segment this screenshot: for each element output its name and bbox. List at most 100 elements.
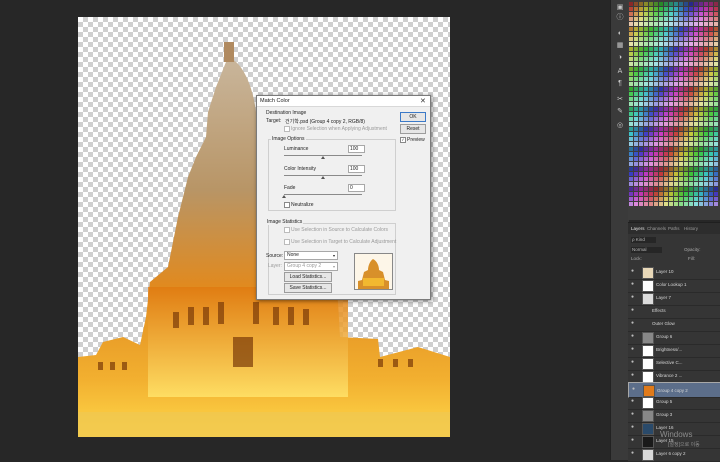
ok-button[interactable]: OK [400, 112, 426, 122]
color-swatch [634, 72, 638, 76]
color-swatch [709, 102, 713, 106]
history-icon[interactable]: ▣ [616, 4, 624, 11]
save-statistics-button[interactable]: Save Statistics... [284, 283, 332, 293]
color-swatch [629, 152, 633, 156]
source-select[interactable]: None ▾ [284, 251, 338, 260]
eye-icon[interactable]: ● [631, 334, 636, 339]
color-intensity-slider-thumb[interactable] [321, 176, 325, 179]
eye-icon[interactable]: ● [631, 425, 636, 430]
color-swatch [689, 32, 693, 36]
load-statistics-button[interactable]: Load Statistics... [284, 272, 332, 282]
color-swatch [644, 107, 648, 111]
color-swatch [664, 37, 668, 41]
color-swatch [714, 92, 718, 96]
use-selection-source-checkbox[interactable] [284, 227, 290, 233]
blend-mode-select[interactable]: Normal [631, 247, 662, 253]
color-swatch [709, 27, 713, 31]
color-swatch [639, 17, 643, 21]
color-swatch [699, 167, 703, 171]
luminance-slider-thumb[interactable] [321, 156, 325, 159]
eye-icon[interactable]: ● [631, 269, 636, 274]
color-swatch [654, 117, 658, 121]
eye-icon[interactable]: ● [631, 451, 636, 456]
tools-icon[interactable]: ✂ [616, 96, 624, 103]
color-swatch [664, 182, 668, 186]
color-icon[interactable]: ◐ [616, 30, 624, 37]
eye-icon[interactable]: ● [631, 438, 636, 443]
preview-checkbox[interactable]: ✓ [400, 137, 406, 143]
swatches-icon[interactable]: ▦ [616, 42, 624, 49]
color-swatch [699, 27, 703, 31]
brush-icon[interactable]: ✎ [616, 108, 624, 115]
tab-history[interactable]: History [684, 226, 698, 233]
color-swatch [644, 42, 648, 46]
color-swatch [699, 192, 703, 196]
color-intensity-input[interactable]: 100 [348, 165, 365, 173]
thumbnail-church-image [355, 254, 392, 289]
color-swatch [649, 32, 653, 36]
eye-icon[interactable]: ● [631, 282, 636, 287]
color-swatch [639, 2, 643, 6]
color-swatch [659, 202, 663, 206]
color-swatch [634, 202, 638, 206]
eye-icon[interactable]: ● [631, 412, 636, 417]
color-swatch [684, 187, 688, 191]
eye-icon[interactable]: ● [631, 373, 636, 378]
eye-icon[interactable]: ● [632, 387, 637, 392]
color-swatch [669, 107, 673, 111]
layer-name: Group 3 [656, 412, 673, 417]
color-swatch [664, 27, 668, 31]
color-swatch [634, 82, 638, 86]
color-swatch [629, 142, 633, 146]
character-icon[interactable]: A [616, 68, 624, 75]
adjustments-icon[interactable]: ◑ [616, 54, 624, 61]
tab-channels[interactable]: Channels [647, 226, 666, 233]
ignore-selection-checkbox[interactable] [284, 126, 290, 132]
layer-kind-filter[interactable]: ρ Kind [631, 237, 656, 243]
luminance-input[interactable]: 100 [348, 145, 365, 153]
3d-icon[interactable]: ◎ [616, 122, 624, 129]
color-swatch [714, 77, 718, 81]
color-swatch [644, 22, 648, 26]
eye-icon[interactable]: ● [631, 399, 636, 404]
swatch-grid[interactable] [628, 0, 720, 220]
fade-slider[interactable] [284, 194, 362, 195]
color-swatch [639, 197, 643, 201]
fade-input[interactable]: 0 [348, 184, 365, 192]
eye-icon[interactable]: ● [631, 347, 636, 352]
paragraph-icon[interactable]: ¶ [616, 80, 624, 87]
eye-icon[interactable]: ● [631, 295, 636, 300]
close-icon[interactable]: ✕ [420, 97, 426, 105]
color-intensity-label: Color Intensity [284, 166, 316, 172]
tab-paths[interactable]: Paths [668, 226, 680, 233]
color-swatch [674, 62, 678, 66]
tab-layers[interactable]: Layers [631, 226, 645, 233]
color-swatch [644, 122, 648, 126]
eye-icon[interactable]: ● [631, 308, 636, 313]
color-swatch [679, 77, 683, 81]
color-swatch [649, 27, 653, 31]
layer-select-value: Group 4 copy 2 [287, 263, 322, 269]
color-swatch [704, 122, 708, 126]
color-swatch [629, 47, 633, 51]
color-swatch [664, 22, 668, 26]
eye-icon[interactable]: ● [631, 321, 636, 326]
fade-slider-thumb[interactable] [282, 195, 286, 198]
color-swatch [634, 92, 638, 96]
neutralize-checkbox[interactable] [284, 202, 290, 208]
color-swatch [629, 132, 633, 136]
color-swatch [649, 2, 653, 6]
eye-icon[interactable]: ● [631, 360, 636, 365]
color-swatch [639, 192, 643, 196]
color-swatch [689, 52, 693, 56]
color-swatch [699, 82, 703, 86]
color-swatch [629, 72, 633, 76]
info-icon[interactable]: ⓘ [616, 14, 624, 21]
color-swatch [699, 77, 703, 81]
color-swatch [639, 42, 643, 46]
color-swatch [649, 137, 653, 141]
use-selection-target-checkbox[interactable] [284, 239, 290, 245]
reset-button[interactable]: Reset [400, 124, 426, 134]
layer-select[interactable]: Group 4 copy 2 ▾ [284, 262, 338, 271]
color-swatch [639, 187, 643, 191]
